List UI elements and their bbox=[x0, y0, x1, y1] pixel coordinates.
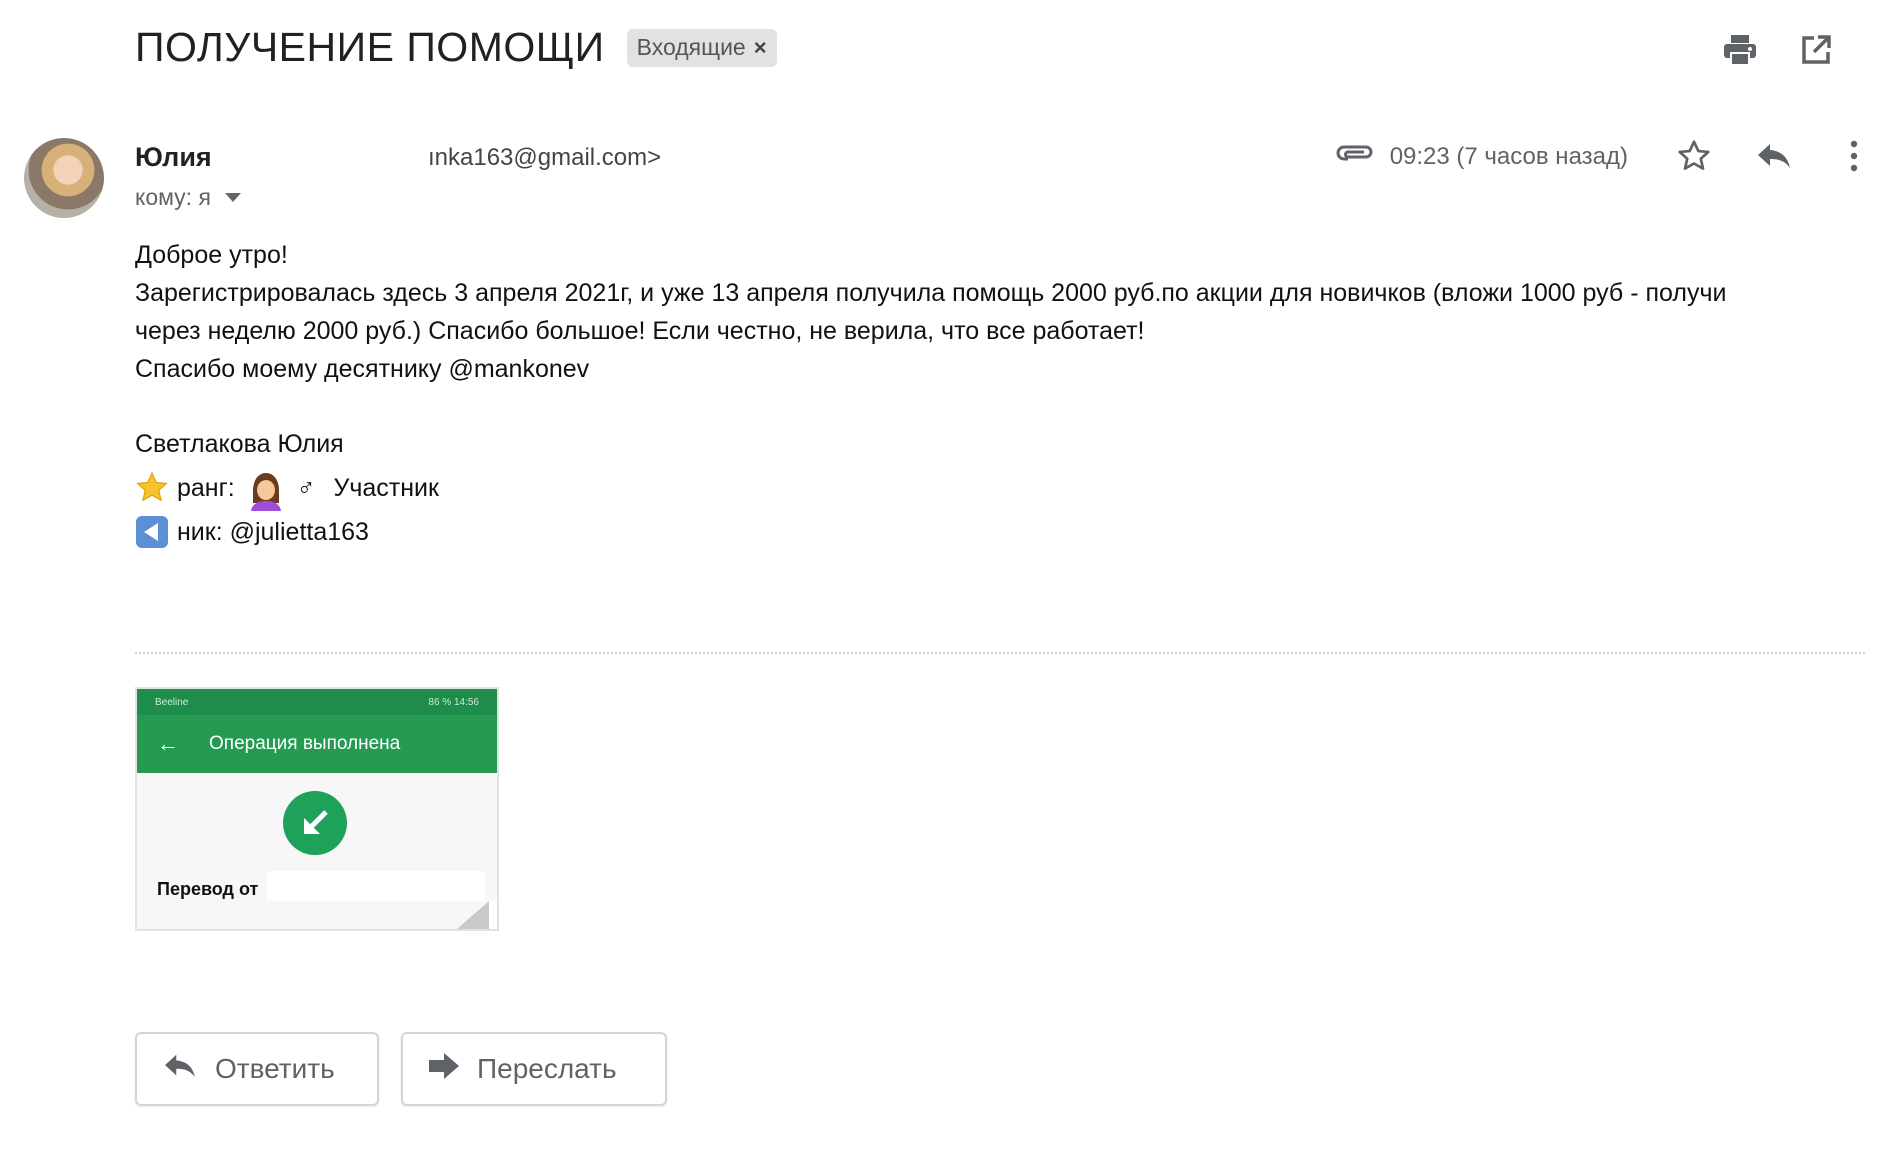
redacted-block bbox=[267, 871, 485, 901]
body-line: Зарегистрировалась здесь 3 апреля 2021г,… bbox=[135, 279, 1727, 307]
subject-row: ПОЛУЧЕНИЕ ПОМОЩИ Входящие × bbox=[135, 24, 777, 71]
sender-email: ınka163@gmail.com> bbox=[428, 144, 662, 171]
attachment-content: Перевод от bbox=[137, 773, 497, 929]
forward-button[interactable]: Переслать bbox=[401, 1032, 667, 1106]
remove-label-icon[interactable]: × bbox=[754, 35, 767, 61]
message-time: 09:23 (7 часов назад) bbox=[1389, 142, 1628, 170]
message-body: Доброе утро! Зарегистрировалась здесь 3 … bbox=[135, 236, 1815, 388]
sender-name[interactable]: Юлия bbox=[135, 142, 212, 173]
reply-button-label: Ответить bbox=[215, 1053, 335, 1084]
star-emoji-icon bbox=[135, 471, 169, 505]
inbox-label-chip[interactable]: Входящие × bbox=[626, 28, 777, 67]
inbox-label-text: Входящие bbox=[636, 34, 746, 60]
signature-nick: ник: @julietta163 bbox=[135, 510, 439, 554]
sender-avatar[interactable] bbox=[24, 138, 104, 218]
top-toolbar bbox=[1720, 30, 1836, 70]
reply-icon[interactable] bbox=[1754, 136, 1794, 176]
woman-emoji-icon bbox=[247, 471, 281, 511]
body-line: Спасибо моему десятнику @mankonev bbox=[135, 355, 590, 383]
recipient-text: кому: я bbox=[135, 184, 211, 210]
app-bar: ← Операция выполнена bbox=[137, 715, 497, 773]
forward-button-label: Переслать bbox=[477, 1053, 617, 1084]
show-details-chevron-icon[interactable] bbox=[224, 193, 241, 202]
message-actions bbox=[1674, 136, 1874, 176]
signature-name: Светлакова Юлия bbox=[135, 429, 344, 458]
carrier-text: Beeline bbox=[155, 696, 189, 708]
attachments-divider bbox=[135, 652, 1865, 654]
paperclip-icon bbox=[1336, 142, 1376, 171]
rank-value: Участник bbox=[333, 473, 439, 502]
body-line: Доброе утро! bbox=[135, 241, 288, 269]
rank-label: ранг: bbox=[177, 473, 235, 502]
body-line: через неделю 2000 руб.) Спасибо большое!… bbox=[135, 317, 1145, 345]
male-sign: ♂ bbox=[296, 473, 316, 502]
signature: Светлакова Юлия ранг: ♂ Участник ник: @j… bbox=[135, 422, 439, 554]
recipient-line: кому: я bbox=[135, 184, 241, 211]
transfer-from-label: Перевод от bbox=[157, 879, 259, 899]
page-fold-icon bbox=[457, 899, 497, 929]
nick-text: ник: @julietta163 bbox=[177, 517, 369, 546]
signature-rank: ранг: ♂ Участник bbox=[135, 466, 439, 511]
more-options-icon[interactable] bbox=[1834, 136, 1874, 176]
star-icon[interactable] bbox=[1674, 136, 1714, 176]
image-attachment-thumbnail[interactable]: Beeline 86 % 14:56 ← Операция выполнена … bbox=[135, 687, 499, 931]
status-right-text: 86 % 14:56 bbox=[428, 696, 479, 708]
reply-icon bbox=[163, 1052, 197, 1087]
reply-button[interactable]: Ответить bbox=[135, 1032, 379, 1106]
incoming-transfer-icon bbox=[283, 791, 347, 855]
open-in-new-window-icon[interactable] bbox=[1796, 30, 1836, 70]
forward-icon bbox=[429, 1052, 459, 1086]
back-arrow-emoji-icon bbox=[135, 515, 169, 549]
email-subject: ПОЛУЧЕНИЕ ПОМОЩИ bbox=[135, 24, 605, 70]
back-arrow-icon: ← bbox=[157, 731, 179, 756]
printer-icon[interactable] bbox=[1720, 30, 1760, 70]
app-bar-title: Операция выполнена bbox=[209, 733, 401, 754]
message-meta: 09:23 (7 часов назад) bbox=[1336, 142, 1628, 171]
phone-status-bar: Beeline 86 % 14:56 bbox=[137, 689, 497, 715]
